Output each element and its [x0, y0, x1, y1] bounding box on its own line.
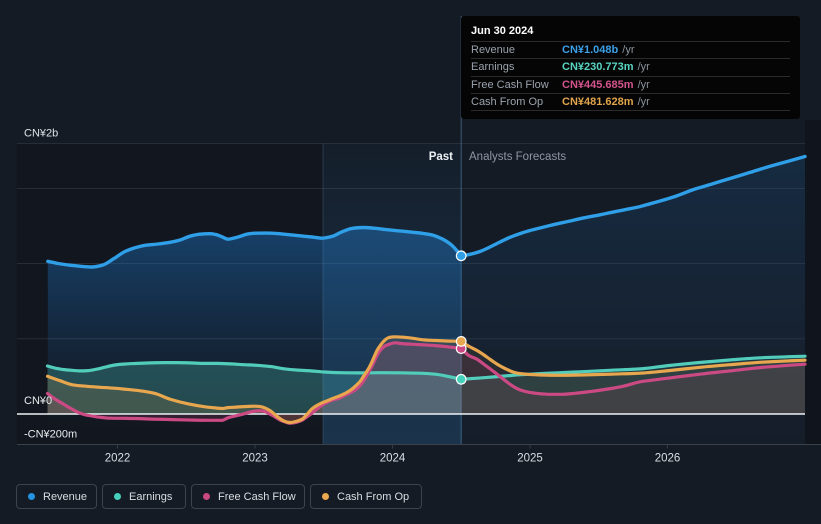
- svg-text:2023: 2023: [242, 453, 268, 465]
- svg-text:2026: 2026: [655, 453, 681, 465]
- svg-text:2025: 2025: [517, 453, 543, 465]
- svg-text:2024: 2024: [380, 453, 406, 465]
- svg-text:Past: Past: [429, 151, 453, 163]
- svg-text:-CN¥200m: -CN¥200m: [24, 429, 77, 441]
- svg-text:CN¥0: CN¥0: [24, 395, 52, 407]
- svg-text:2022: 2022: [105, 453, 131, 465]
- svg-text:Analysts Forecasts: Analysts Forecasts: [469, 151, 566, 163]
- svg-text:CN¥2b: CN¥2b: [24, 128, 58, 140]
